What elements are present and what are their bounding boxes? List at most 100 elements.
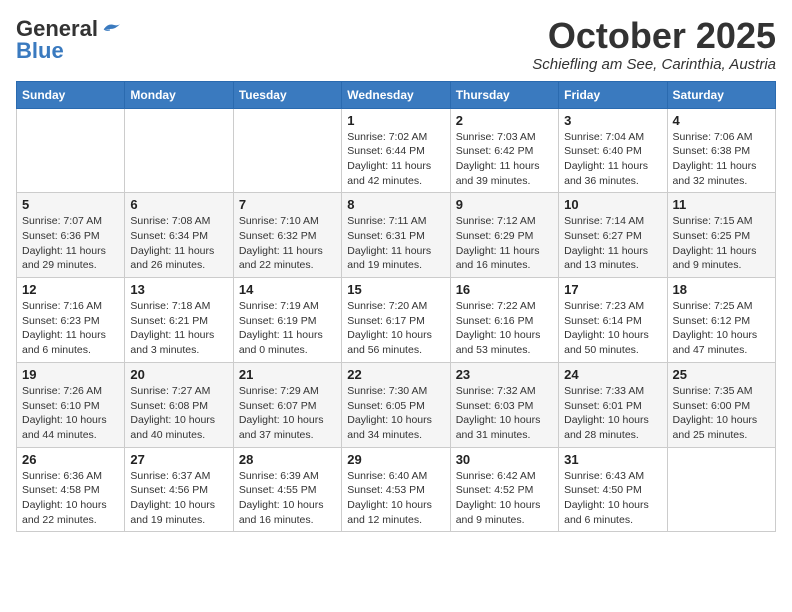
day-info: Sunrise: 7:23 AM Sunset: 6:14 PM Dayligh…: [564, 299, 661, 358]
day-info: Sunrise: 6:39 AM Sunset: 4:55 PM Dayligh…: [239, 469, 336, 528]
calendar-cell: [233, 108, 341, 193]
day-info: Sunrise: 7:14 AM Sunset: 6:27 PM Dayligh…: [564, 214, 661, 273]
logo: General Blue: [16, 16, 122, 64]
day-number: 11: [673, 197, 770, 212]
calendar-cell: 30 Sunrise: 6:42 AM Sunset: 4:52 PM Dayli…: [450, 447, 558, 532]
day-number: 13: [130, 282, 227, 297]
calendar-cell: 6 Sunrise: 7:08 AM Sunset: 6:34 PM Daylig…: [125, 193, 233, 278]
day-info: Sunrise: 7:18 AM Sunset: 6:21 PM Dayligh…: [130, 299, 227, 358]
day-info: Sunrise: 7:06 AM Sunset: 6:38 PM Dayligh…: [673, 130, 770, 189]
day-info: Sunrise: 7:04 AM Sunset: 6:40 PM Dayligh…: [564, 130, 661, 189]
day-number: 16: [456, 282, 553, 297]
calendar-cell: 24 Sunrise: 7:33 AM Sunset: 6:01 PM Dayli…: [559, 362, 667, 447]
day-number: 7: [239, 197, 336, 212]
calendar-cell: 5 Sunrise: 7:07 AM Sunset: 6:36 PM Daylig…: [17, 193, 125, 278]
day-info: Sunrise: 7:12 AM Sunset: 6:29 PM Dayligh…: [456, 214, 553, 273]
day-info: Sunrise: 7:11 AM Sunset: 6:31 PM Dayligh…: [347, 214, 444, 273]
day-of-week-wednesday: Wednesday: [342, 81, 450, 108]
day-number: 14: [239, 282, 336, 297]
day-info: Sunrise: 7:33 AM Sunset: 6:01 PM Dayligh…: [564, 384, 661, 443]
day-info: Sunrise: 6:43 AM Sunset: 4:50 PM Dayligh…: [564, 469, 661, 528]
calendar-cell: [125, 108, 233, 193]
calendar-cell: 27 Sunrise: 6:37 AM Sunset: 4:56 PM Dayli…: [125, 447, 233, 532]
days-of-week-row: SundayMondayTuesdayWednesdayThursdayFrid…: [17, 81, 776, 108]
day-number: 18: [673, 282, 770, 297]
day-number: 10: [564, 197, 661, 212]
day-number: 5: [22, 197, 119, 212]
calendar-cell: 12 Sunrise: 7:16 AM Sunset: 6:23 PM Dayli…: [17, 278, 125, 363]
day-info: Sunrise: 7:16 AM Sunset: 6:23 PM Dayligh…: [22, 299, 119, 358]
calendar-cell: 10 Sunrise: 7:14 AM Sunset: 6:27 PM Dayli…: [559, 193, 667, 278]
calendar-cell: 29Sunrise: 6:40 AM Sunset: 4:53 PM Dayli…: [342, 447, 450, 532]
day-number: 9: [456, 197, 553, 212]
day-number: 6: [130, 197, 227, 212]
calendar-cell: 15 Sunrise: 7:20 AM Sunset: 6:17 PM Dayli…: [342, 278, 450, 363]
day-info: Sunrise: 7:08 AM Sunset: 6:34 PM Dayligh…: [130, 214, 227, 273]
calendar-cell: [17, 108, 125, 193]
title-block: October 2025 Schiefling am See, Carinthi…: [532, 16, 776, 73]
day-info: Sunrise: 6:42 AM Sunset: 4:52 PM Dayligh…: [456, 469, 553, 528]
calendar-cell: 14 Sunrise: 7:19 AM Sunset: 6:19 PM Dayli…: [233, 278, 341, 363]
day-of-week-tuesday: Tuesday: [233, 81, 341, 108]
calendar-cell: 31 Sunrise: 6:43 AM Sunset: 4:50 PM Dayli…: [559, 447, 667, 532]
subtitle: Schiefling am See, Carinthia, Austria: [532, 56, 776, 73]
day-number: 2: [456, 113, 553, 128]
calendar-cell: 8Sunrise: 7:11 AM Sunset: 6:31 PM Daylig…: [342, 193, 450, 278]
week-row-5: 26 Sunrise: 6:36 AM Sunset: 4:58 PM Dayli…: [17, 447, 776, 532]
day-number: 24: [564, 367, 661, 382]
calendar-cell: 3 Sunrise: 7:04 AM Sunset: 6:40 PM Daylig…: [559, 108, 667, 193]
calendar-cell: 9 Sunrise: 7:12 AM Sunset: 6:29 PM Daylig…: [450, 193, 558, 278]
day-info: Sunrise: 7:25 AM Sunset: 6:12 PM Dayligh…: [673, 299, 770, 358]
month-title: October 2025: [532, 16, 776, 56]
calendar-cell: 11 Sunrise: 7:15 AM Sunset: 6:25 PM Dayli…: [667, 193, 775, 278]
day-number: 1: [347, 113, 444, 128]
day-number: 22: [347, 367, 444, 382]
calendar-cell: 2Sunrise: 7:03 AM Sunset: 6:42 PM Daylig…: [450, 108, 558, 193]
calendar-cell: [667, 447, 775, 532]
day-number: 30: [456, 452, 553, 467]
day-info: Sunrise: 7:07 AM Sunset: 6:36 PM Dayligh…: [22, 214, 119, 273]
day-number: 31: [564, 452, 661, 467]
day-info: Sunrise: 7:15 AM Sunset: 6:25 PM Dayligh…: [673, 214, 770, 273]
day-number: 3: [564, 113, 661, 128]
day-number: 17: [564, 282, 661, 297]
day-info: Sunrise: 7:20 AM Sunset: 6:17 PM Dayligh…: [347, 299, 444, 358]
calendar-header: SundayMondayTuesdayWednesdayThursdayFrid…: [17, 81, 776, 108]
day-of-week-thursday: Thursday: [450, 81, 558, 108]
day-number: 25: [673, 367, 770, 382]
calendar-cell: 18 Sunrise: 7:25 AM Sunset: 6:12 PM Dayli…: [667, 278, 775, 363]
day-number: 28: [239, 452, 336, 467]
week-row-2: 5 Sunrise: 7:07 AM Sunset: 6:36 PM Daylig…: [17, 193, 776, 278]
logo-blue-text: Blue: [16, 38, 64, 64]
calendar-table: SundayMondayTuesdayWednesdayThursdayFrid…: [16, 81, 776, 533]
day-number: 4: [673, 113, 770, 128]
day-number: 15: [347, 282, 444, 297]
calendar-cell: 22Sunrise: 7:30 AM Sunset: 6:05 PM Dayli…: [342, 362, 450, 447]
day-number: 23: [456, 367, 553, 382]
day-info: Sunrise: 7:10 AM Sunset: 6:32 PM Dayligh…: [239, 214, 336, 273]
calendar-cell: 28 Sunrise: 6:39 AM Sunset: 4:55 PM Dayli…: [233, 447, 341, 532]
week-row-3: 12 Sunrise: 7:16 AM Sunset: 6:23 PM Dayli…: [17, 278, 776, 363]
day-info: Sunrise: 6:36 AM Sunset: 4:58 PM Dayligh…: [22, 469, 119, 528]
calendar-cell: 23 Sunrise: 7:32 AM Sunset: 6:03 PM Dayli…: [450, 362, 558, 447]
page-header: General Blue October 2025 Schiefling am …: [16, 16, 776, 73]
day-number: 12: [22, 282, 119, 297]
day-info: Sunrise: 7:26 AM Sunset: 6:10 PM Dayligh…: [22, 384, 119, 443]
calendar-cell: 13 Sunrise: 7:18 AM Sunset: 6:21 PM Dayli…: [125, 278, 233, 363]
day-info: Sunrise: 7:32 AM Sunset: 6:03 PM Dayligh…: [456, 384, 553, 443]
day-of-week-friday: Friday: [559, 81, 667, 108]
day-number: 26: [22, 452, 119, 467]
calendar-cell: 17 Sunrise: 7:23 AM Sunset: 6:14 PM Dayli…: [559, 278, 667, 363]
day-number: 20: [130, 367, 227, 382]
day-info: Sunrise: 6:40 AM Sunset: 4:53 PM Dayligh…: [347, 469, 444, 528]
calendar-cell: 1Sunrise: 7:02 AM Sunset: 6:44 PM Daylig…: [342, 108, 450, 193]
calendar-body: 1Sunrise: 7:02 AM Sunset: 6:44 PM Daylig…: [17, 108, 776, 532]
calendar-cell: 7 Sunrise: 7:10 AM Sunset: 6:32 PM Daylig…: [233, 193, 341, 278]
day-info: Sunrise: 6:37 AM Sunset: 4:56 PM Dayligh…: [130, 469, 227, 528]
day-info: Sunrise: 7:19 AM Sunset: 6:19 PM Dayligh…: [239, 299, 336, 358]
day-number: 27: [130, 452, 227, 467]
day-info: Sunrise: 7:22 AM Sunset: 6:16 PM Dayligh…: [456, 299, 553, 358]
day-info: Sunrise: 7:35 AM Sunset: 6:00 PM Dayligh…: [673, 384, 770, 443]
day-of-week-saturday: Saturday: [667, 81, 775, 108]
week-row-1: 1Sunrise: 7:02 AM Sunset: 6:44 PM Daylig…: [17, 108, 776, 193]
